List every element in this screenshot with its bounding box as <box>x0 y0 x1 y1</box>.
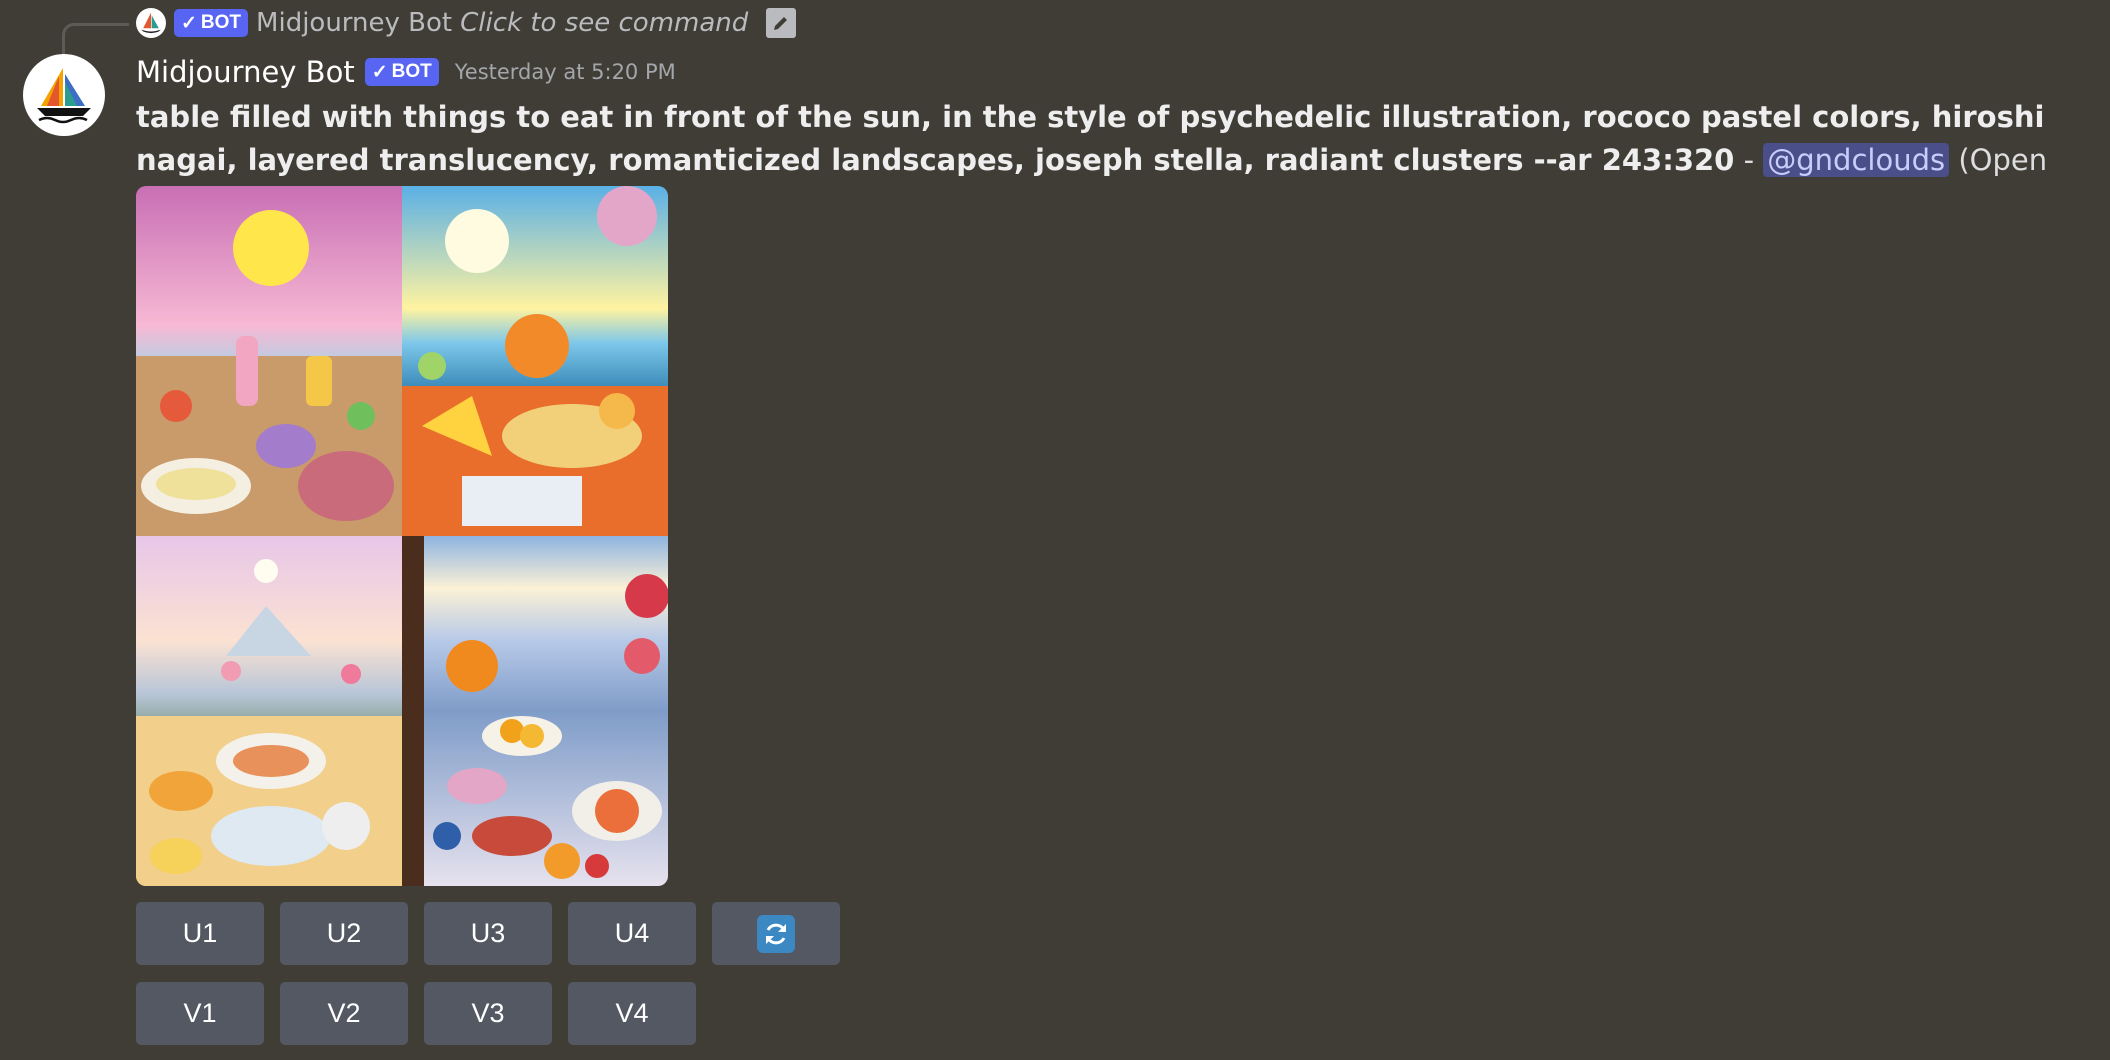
message-header: Midjourney Bot ✓ BOT Yesterday at 5:20 P… <box>136 52 676 92</box>
v4-button[interactable]: V4 <box>568 982 696 1045</box>
bot-badge: ✓ BOT <box>364 58 439 86</box>
reroll-button[interactable] <box>712 902 840 965</box>
generated-image-3[interactable] <box>136 536 402 886</box>
generated-image-1[interactable] <box>136 186 402 536</box>
timestamp: Yesterday at 5:20 PM <box>454 60 676 84</box>
reply-avatar[interactable] <box>136 8 166 38</box>
separator: - <box>1734 143 1764 177</box>
variation-buttons: V1 V2 V3 V4 <box>136 982 696 1045</box>
refresh-icon <box>757 914 795 953</box>
v3-button[interactable]: V3 <box>424 982 552 1045</box>
pencil-icon[interactable] <box>766 8 797 38</box>
u4-button[interactable]: U4 <box>568 902 696 965</box>
check-icon: ✓ <box>181 12 197 34</box>
bot-badge: ✓ BOT <box>174 9 249 37</box>
reply-bot-name[interactable]: Midjourney Bot <box>256 8 452 38</box>
user-mention[interactable]: @gndclouds <box>1763 143 1950 177</box>
u3-button[interactable]: U3 <box>424 902 552 965</box>
upscale-buttons: U1 U2 U3 U4 <box>136 902 840 965</box>
u2-button[interactable]: U2 <box>280 902 408 965</box>
v1-button[interactable]: V1 <box>136 982 264 1045</box>
v2-button[interactable]: V2 <box>280 982 408 1045</box>
reply-command-link[interactable]: Click to see command <box>460 8 748 38</box>
check-icon: ✓ <box>371 61 388 83</box>
author-name[interactable]: Midjourney Bot <box>136 55 355 89</box>
generated-image-4[interactable] <box>402 536 668 886</box>
u1-button[interactable]: U1 <box>136 902 264 965</box>
reply-reference[interactable]: ✓ BOT Midjourney Bot Click to see comman… <box>136 6 797 40</box>
midjourney-avatar[interactable] <box>23 54 105 136</box>
reply-spine <box>62 23 129 58</box>
generated-image-2[interactable] <box>402 186 668 536</box>
image-grid[interactable] <box>136 186 668 886</box>
